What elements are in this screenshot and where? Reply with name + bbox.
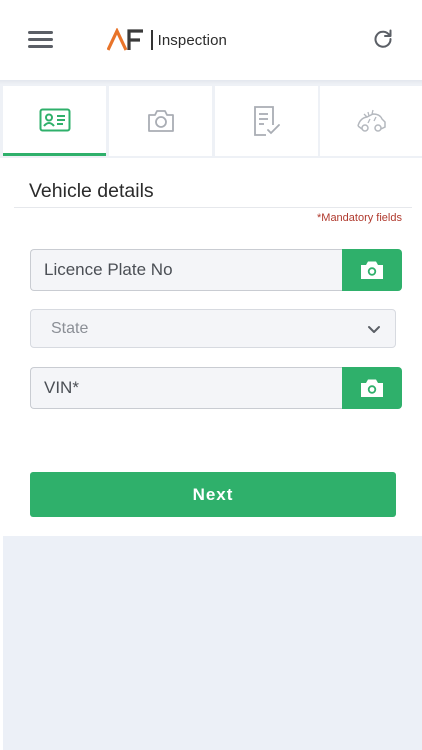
checklist-icon: [253, 106, 280, 136]
tab-vehicle-details[interactable]: [3, 86, 106, 156]
af-logo: Inspection: [107, 26, 227, 54]
camera-icon: [361, 379, 383, 397]
tab-damage[interactable]: [320, 86, 422, 156]
vin-camera-button[interactable]: [342, 367, 402, 409]
refresh-icon[interactable]: [371, 27, 395, 51]
app-header: Inspection: [0, 0, 422, 80]
logo-text: Inspection: [157, 31, 227, 49]
state-select[interactable]: State: [30, 309, 396, 348]
section-title: Vehicle details: [29, 180, 154, 202]
state-select-value: State: [51, 319, 89, 337]
licence-plate-field: Licence Plate No: [30, 249, 402, 291]
vin-field: VIN*: [30, 367, 402, 409]
section-divider: [14, 207, 412, 208]
inspection-page: Inspection Vehicle details *Mandatory fi…: [0, 0, 422, 750]
camera-icon: [147, 110, 174, 132]
tab-photos[interactable]: [109, 86, 212, 156]
next-button[interactable]: Next: [30, 472, 396, 517]
licence-plate-input[interactable]: Licence Plate No: [30, 249, 342, 291]
empty-footer-area: [3, 536, 422, 750]
hamburger-menu-icon[interactable]: [28, 30, 54, 50]
logo-divider: [151, 30, 153, 50]
step-tabs: [0, 84, 422, 158]
af-logo-mark: [107, 28, 143, 51]
plate-camera-button[interactable]: [342, 249, 402, 291]
mandatory-note: *Mandatory fields: [317, 212, 402, 224]
chevron-down-icon: [368, 326, 380, 333]
damage-icon: [357, 109, 386, 132]
id-card-icon: [39, 108, 70, 131]
camera-icon: [361, 261, 383, 279]
tab-checklist[interactable]: [215, 86, 318, 156]
vin-input[interactable]: VIN*: [30, 367, 342, 409]
